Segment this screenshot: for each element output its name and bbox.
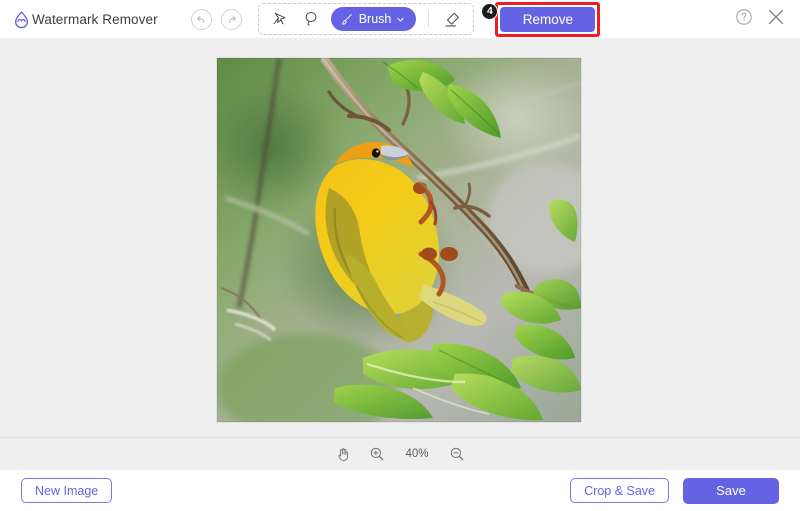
close-x-icon bbox=[766, 7, 786, 27]
step-badge: 4 bbox=[481, 3, 498, 20]
save-button[interactable]: Save bbox=[683, 478, 779, 504]
lasso-tool[interactable] bbox=[296, 7, 326, 31]
water-drop-logo-icon bbox=[12, 10, 31, 29]
undo-arrow-icon bbox=[195, 13, 208, 26]
app-footer: New Image Crop & Save Save bbox=[0, 470, 800, 511]
crop-and-save-button[interactable]: Crop & Save bbox=[570, 478, 669, 503]
zoom-out-button[interactable] bbox=[449, 443, 465, 465]
footer-right-actions: Crop & Save Save bbox=[570, 478, 779, 504]
app-title: Watermark Remover bbox=[32, 12, 158, 27]
zoom-level-label: 40% bbox=[403, 448, 431, 460]
brush-tool-button[interactable]: Brush bbox=[331, 7, 417, 31]
chevron-down-icon bbox=[396, 15, 405, 24]
zoom-in-button[interactable] bbox=[369, 443, 385, 465]
eraser-icon bbox=[442, 10, 461, 29]
magic-wand-icon bbox=[272, 10, 290, 28]
zoom-out-icon bbox=[449, 446, 465, 462]
hand-pan-icon bbox=[335, 446, 351, 462]
new-image-button[interactable]: New Image bbox=[21, 478, 112, 503]
zoom-in-icon bbox=[369, 446, 385, 462]
help-button[interactable] bbox=[735, 8, 753, 31]
history-controls bbox=[191, 9, 242, 30]
tool-group: Brush bbox=[258, 3, 475, 35]
header-right-controls bbox=[735, 7, 790, 32]
lasso-icon bbox=[302, 10, 320, 28]
app-brand: Watermark Remover bbox=[12, 10, 158, 29]
redo-arrow-icon bbox=[225, 13, 238, 26]
watermark-remover-window: Watermark Remover bbox=[0, 0, 800, 511]
remove-button-highlight: Remove bbox=[495, 2, 600, 37]
toolbar-divider bbox=[428, 11, 429, 27]
remove-button[interactable]: Remove bbox=[500, 7, 595, 32]
undo-button[interactable] bbox=[191, 9, 212, 30]
brush-tool-label: Brush bbox=[359, 12, 392, 26]
redo-button[interactable] bbox=[221, 9, 242, 30]
question-mark-circle-icon bbox=[735, 8, 753, 26]
image-frame[interactable] bbox=[217, 58, 581, 422]
close-button[interactable] bbox=[766, 7, 786, 32]
eraser-tool[interactable] bbox=[436, 7, 466, 31]
brush-icon bbox=[340, 12, 354, 26]
pan-tool-button[interactable] bbox=[335, 443, 351, 465]
app-header: Watermark Remover bbox=[0, 0, 800, 38]
remove-action-zone: 4 Remove bbox=[495, 2, 600, 37]
bird-photo bbox=[217, 58, 581, 422]
zoom-toolbar: 40% bbox=[0, 437, 800, 470]
image-canvas[interactable] bbox=[0, 38, 800, 437]
magic-wand-tool[interactable] bbox=[266, 7, 296, 31]
